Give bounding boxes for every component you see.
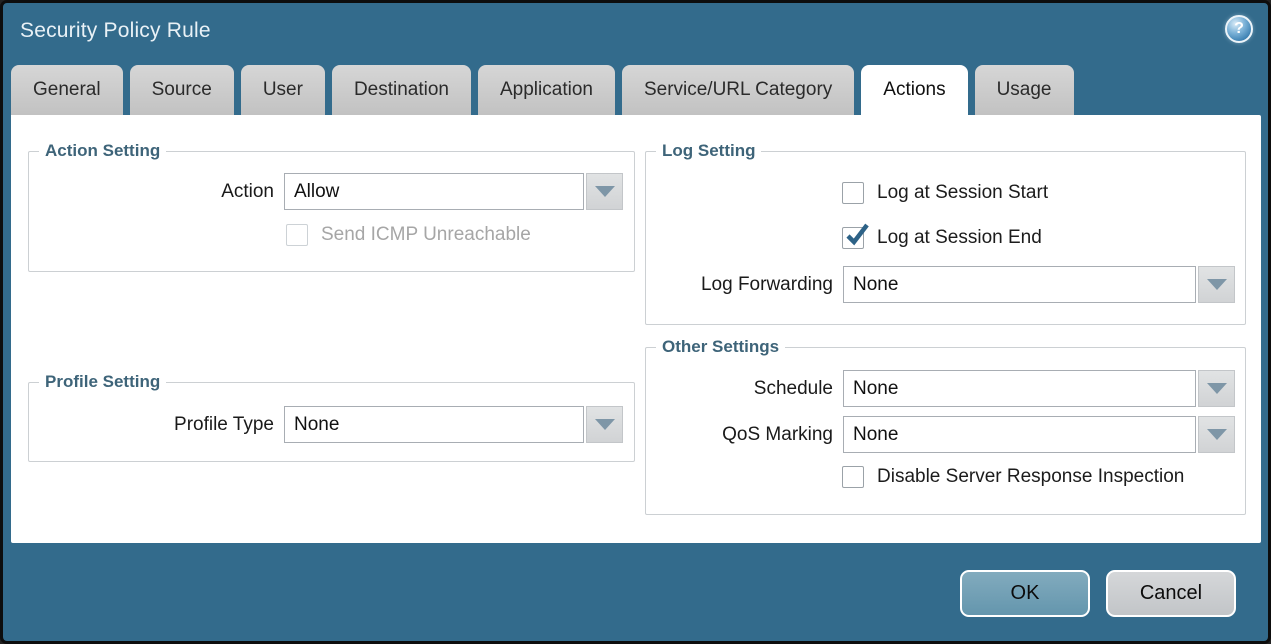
tab-destination[interactable]: Destination xyxy=(332,65,471,115)
log-forwarding-dropdown-button[interactable] xyxy=(1198,266,1235,303)
security-policy-rule-dialog: Security Policy Rule ? General Source Us… xyxy=(0,0,1271,644)
tab-source[interactable]: Source xyxy=(130,65,234,115)
tab-user[interactable]: User xyxy=(241,65,325,115)
chevron-down-icon xyxy=(1207,383,1227,394)
dsri-label: Disable Server Response Inspection xyxy=(877,466,1184,488)
dsri-checkbox[interactable] xyxy=(842,466,864,488)
checkmark-icon xyxy=(843,222,870,249)
schedule-dropdown-button[interactable] xyxy=(1198,370,1235,407)
log-setting-legend: Log Setting xyxy=(656,141,761,161)
qos-marking-dropdown-button[interactable] xyxy=(1198,416,1235,453)
action-setting-group: Action Setting Action Allow Send ICMP Un… xyxy=(28,141,635,272)
chevron-down-icon xyxy=(1207,429,1227,440)
qos-marking-row: QoS Marking None xyxy=(646,416,1245,453)
profile-type-label: Profile Type xyxy=(29,414,274,436)
log-session-start-row: Log at Session Start xyxy=(842,182,1245,204)
tab-general[interactable]: General xyxy=(11,65,123,115)
tab-application[interactable]: Application xyxy=(478,65,615,115)
chevron-down-icon xyxy=(1207,279,1227,290)
log-session-start-checkbox[interactable] xyxy=(842,182,864,204)
log-session-end-checkbox[interactable] xyxy=(842,227,864,249)
other-settings-legend: Other Settings xyxy=(656,337,785,357)
action-row: Action Allow xyxy=(29,173,634,210)
profile-type-dropdown-button[interactable] xyxy=(586,406,623,443)
tab-usage[interactable]: Usage xyxy=(975,65,1074,115)
log-forwarding-dropdown-value[interactable]: None xyxy=(843,266,1196,303)
schedule-label: Schedule xyxy=(646,378,833,400)
send-icmp-checkbox xyxy=(286,224,308,246)
dialog-title: Security Policy Rule xyxy=(20,19,211,43)
action-dropdown-button[interactable] xyxy=(586,173,623,210)
action-dropdown-value[interactable]: Allow xyxy=(284,173,584,210)
log-setting-group: Log Setting Log at Session Start Log at … xyxy=(645,141,1246,325)
chevron-down-icon xyxy=(595,186,615,197)
action-label: Action xyxy=(29,181,274,203)
dsri-row: Disable Server Response Inspection xyxy=(842,466,1245,488)
schedule-dropdown: None xyxy=(843,370,1235,407)
qos-marking-label: QoS Marking xyxy=(646,424,833,446)
log-session-end-label: Log at Session End xyxy=(877,227,1042,249)
profile-type-dropdown-value[interactable]: None xyxy=(284,406,584,443)
action-dropdown: Allow xyxy=(284,173,623,210)
log-forwarding-row: Log Forwarding None xyxy=(646,266,1245,303)
send-icmp-label: Send ICMP Unreachable xyxy=(321,224,531,246)
profile-type-dropdown: None xyxy=(284,406,623,443)
cancel-button[interactable]: Cancel xyxy=(1106,570,1236,617)
schedule-dropdown-value[interactable]: None xyxy=(843,370,1196,407)
send-icmp-row: Send ICMP Unreachable xyxy=(286,224,634,246)
log-session-end-row: Log at Session End xyxy=(842,227,1245,249)
tab-bar: General Source User Destination Applicat… xyxy=(11,65,1260,115)
profile-type-row: Profile Type None xyxy=(29,406,634,443)
qos-marking-dropdown-value[interactable]: None xyxy=(843,416,1196,453)
schedule-row: Schedule None xyxy=(646,370,1245,407)
qos-marking-dropdown: None xyxy=(843,416,1235,453)
tab-actions[interactable]: Actions xyxy=(861,65,967,115)
chevron-down-icon xyxy=(595,419,615,430)
tab-service-url-category[interactable]: Service/URL Category xyxy=(622,65,854,115)
help-icon[interactable]: ? xyxy=(1225,15,1253,43)
ok-button[interactable]: OK xyxy=(960,570,1090,617)
log-forwarding-dropdown: None xyxy=(843,266,1235,303)
log-forwarding-label: Log Forwarding xyxy=(646,274,833,296)
log-session-start-label: Log at Session Start xyxy=(877,182,1048,204)
profile-setting-group: Profile Setting Profile Type None xyxy=(28,372,635,462)
action-setting-legend: Action Setting xyxy=(39,141,166,161)
profile-setting-legend: Profile Setting xyxy=(39,372,166,392)
other-settings-group: Other Settings Schedule None QoS Marking… xyxy=(645,337,1246,515)
tab-content-panel: Action Setting Action Allow Send ICMP Un… xyxy=(11,115,1261,543)
